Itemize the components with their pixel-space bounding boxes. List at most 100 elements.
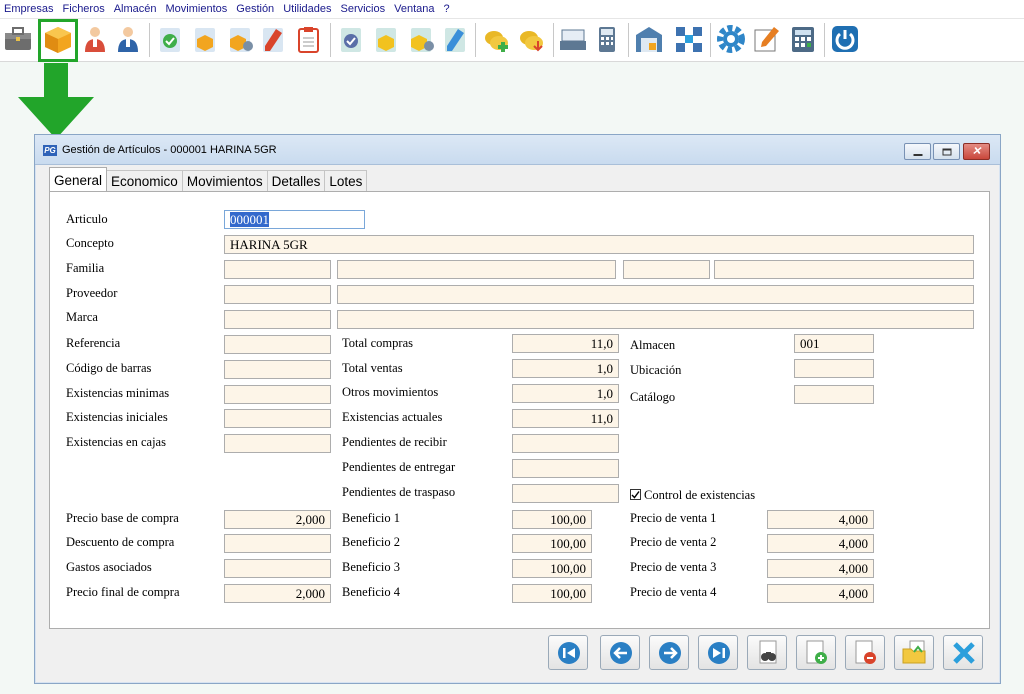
beneficio-2-field[interactable]: 100,00 <box>512 534 592 553</box>
catalogo-field[interactable] <box>794 385 874 404</box>
descuento-compra-field[interactable] <box>224 534 331 553</box>
total-compras-field[interactable]: 11,0 <box>512 334 619 353</box>
pencil-icon[interactable] <box>258 24 288 54</box>
next-record-button[interactable] <box>649 635 689 670</box>
precio-venta-4-field[interactable]: 4,000 <box>767 584 874 603</box>
precio-base-compra-field[interactable]: 2,000 <box>224 510 331 529</box>
proveedor-name-field[interactable] <box>337 285 974 304</box>
coins-plus-icon[interactable] <box>482 24 512 54</box>
articles-box-icon[interactable] <box>43 24 73 54</box>
supplier-person-icon[interactable] <box>113 24 143 54</box>
label-proveedor: Proveedor <box>66 286 118 300</box>
label-precio-venta-3: Precio de venta 3 <box>630 560 717 574</box>
dashboard-icon[interactable] <box>788 24 818 54</box>
first-record-button[interactable] <box>548 635 588 670</box>
folder-export-icon <box>902 640 926 664</box>
menu-ficheros[interactable]: Ficheros <box>63 3 105 15</box>
minimize-icon <box>913 153 922 156</box>
menu-servicios[interactable]: Servicios <box>341 3 386 15</box>
tab-lotes[interactable]: Lotes <box>324 170 368 191</box>
network-icon[interactable] <box>674 24 704 54</box>
pendientes-entregar-field[interactable] <box>512 459 619 478</box>
menu-bar: Empresas Ficheros Almacén Movimientos Ge… <box>0 0 1024 19</box>
customer-person-icon[interactable] <box>80 24 110 54</box>
tab-general[interactable]: General <box>49 167 108 191</box>
menu-utilidades[interactable]: Utilidades <box>283 3 331 15</box>
previous-record-button[interactable] <box>600 635 640 670</box>
menu-almacen[interactable]: Almacén <box>114 3 157 15</box>
familia-name-field[interactable] <box>337 260 616 279</box>
export-record-button[interactable] <box>894 635 934 670</box>
proveedor-code-field[interactable] <box>224 285 331 304</box>
pendientes-recibir-field[interactable] <box>512 434 619 453</box>
articulo-value: 000001 <box>230 212 269 227</box>
codigo-barras-field[interactable] <box>224 360 331 379</box>
menu-ventana[interactable]: Ventana <box>394 3 434 15</box>
close-form-button[interactable] <box>943 635 983 670</box>
restore-button[interactable] <box>933 143 960 160</box>
coins-download-icon[interactable] <box>517 24 547 54</box>
concepto-field[interactable]: HARINA 5GR <box>224 235 974 254</box>
doc-check-icon[interactable] <box>155 24 185 54</box>
last-record-button[interactable] <box>698 635 738 670</box>
notepad-pen-icon[interactable] <box>752 24 782 54</box>
subfamilia-name-field[interactable] <box>714 260 974 279</box>
delete-record-button[interactable] <box>845 635 885 670</box>
marca-name-field[interactable] <box>337 310 974 329</box>
existencias-cajas-field[interactable] <box>224 434 331 453</box>
gastos-asociados-field[interactable] <box>224 559 331 578</box>
beneficio-4-field[interactable]: 100,00 <box>512 584 592 603</box>
close-window-button[interactable]: ✕ <box>963 143 990 160</box>
label-gastos-asociados: Gastos asociados <box>66 560 152 574</box>
precio-venta-1-field[interactable]: 4,000 <box>767 510 874 529</box>
label-precio-base-compra: Precio base de compra <box>66 511 179 525</box>
doc-box-icon-2[interactable] <box>371 24 401 54</box>
briefcase-icon[interactable] <box>3 24 33 54</box>
menu-help[interactable]: ? <box>444 3 450 15</box>
beneficio-3-field[interactable]: 100,00 <box>512 559 592 578</box>
articulo-field[interactable]: 000001 <box>224 210 365 229</box>
marca-code-field[interactable] <box>224 310 331 329</box>
doc-check-icon-2[interactable] <box>336 24 366 54</box>
menu-gestion[interactable]: Gestión <box>236 3 274 15</box>
search-record-button[interactable] <box>747 635 787 670</box>
existencias-actuales-field[interactable]: 11,0 <box>512 409 619 428</box>
referencia-field[interactable] <box>224 335 331 354</box>
clipboard-icon[interactable] <box>293 24 323 54</box>
new-record-button[interactable] <box>796 635 836 670</box>
window-titlebar[interactable]: PG Gestión de Artículos - 000001 HARINA … <box>35 135 1000 165</box>
power-icon[interactable] <box>830 24 860 54</box>
doc-box-arrow-icon-2[interactable] <box>406 24 436 54</box>
menu-empresas[interactable]: Empresas <box>4 3 54 15</box>
calculator-icon[interactable] <box>592 24 622 54</box>
doc-box-icon[interactable] <box>190 24 220 54</box>
label-precio-venta-1: Precio de venta 1 <box>630 511 717 525</box>
label-beneficio-3: Beneficio 3 <box>342 560 400 574</box>
tab-detalles[interactable]: Detalles <box>266 170 326 191</box>
existencias-iniciales-field[interactable] <box>224 409 331 428</box>
label-referencia: Referencia <box>66 336 121 350</box>
familia-code-field[interactable] <box>224 260 331 279</box>
almacen-field[interactable]: 001 <box>794 334 874 353</box>
precio-final-compra-field[interactable]: 2,000 <box>224 584 331 603</box>
label-articulo: Articulo <box>66 212 108 226</box>
existencias-minimas-field[interactable] <box>224 385 331 404</box>
otros-movimientos-field[interactable]: 1,0 <box>512 384 619 403</box>
total-ventas-field[interactable]: 1,0 <box>512 359 619 378</box>
warehouse-icon[interactable] <box>634 24 664 54</box>
cash-register-icon[interactable] <box>558 24 588 54</box>
doc-box-arrow-icon[interactable] <box>225 24 255 54</box>
control-existencias-checkbox[interactable] <box>630 489 641 500</box>
beneficio-1-field[interactable]: 100,00 <box>512 510 592 529</box>
ubicacion-field[interactable] <box>794 359 874 378</box>
precio-venta-3-field[interactable]: 4,000 <box>767 559 874 578</box>
menu-movimientos[interactable]: Movimientos <box>166 3 228 15</box>
tab-economico[interactable]: Economico <box>106 170 183 191</box>
pen-blue-icon[interactable] <box>440 24 470 54</box>
tab-movimientos[interactable]: Movimientos <box>181 170 268 191</box>
minimize-button[interactable] <box>904 143 931 160</box>
precio-venta-2-field[interactable]: 4,000 <box>767 534 874 553</box>
subfamilia-code-field[interactable] <box>623 260 710 279</box>
pendientes-traspaso-field[interactable] <box>512 484 619 503</box>
gear-icon[interactable] <box>716 24 746 54</box>
